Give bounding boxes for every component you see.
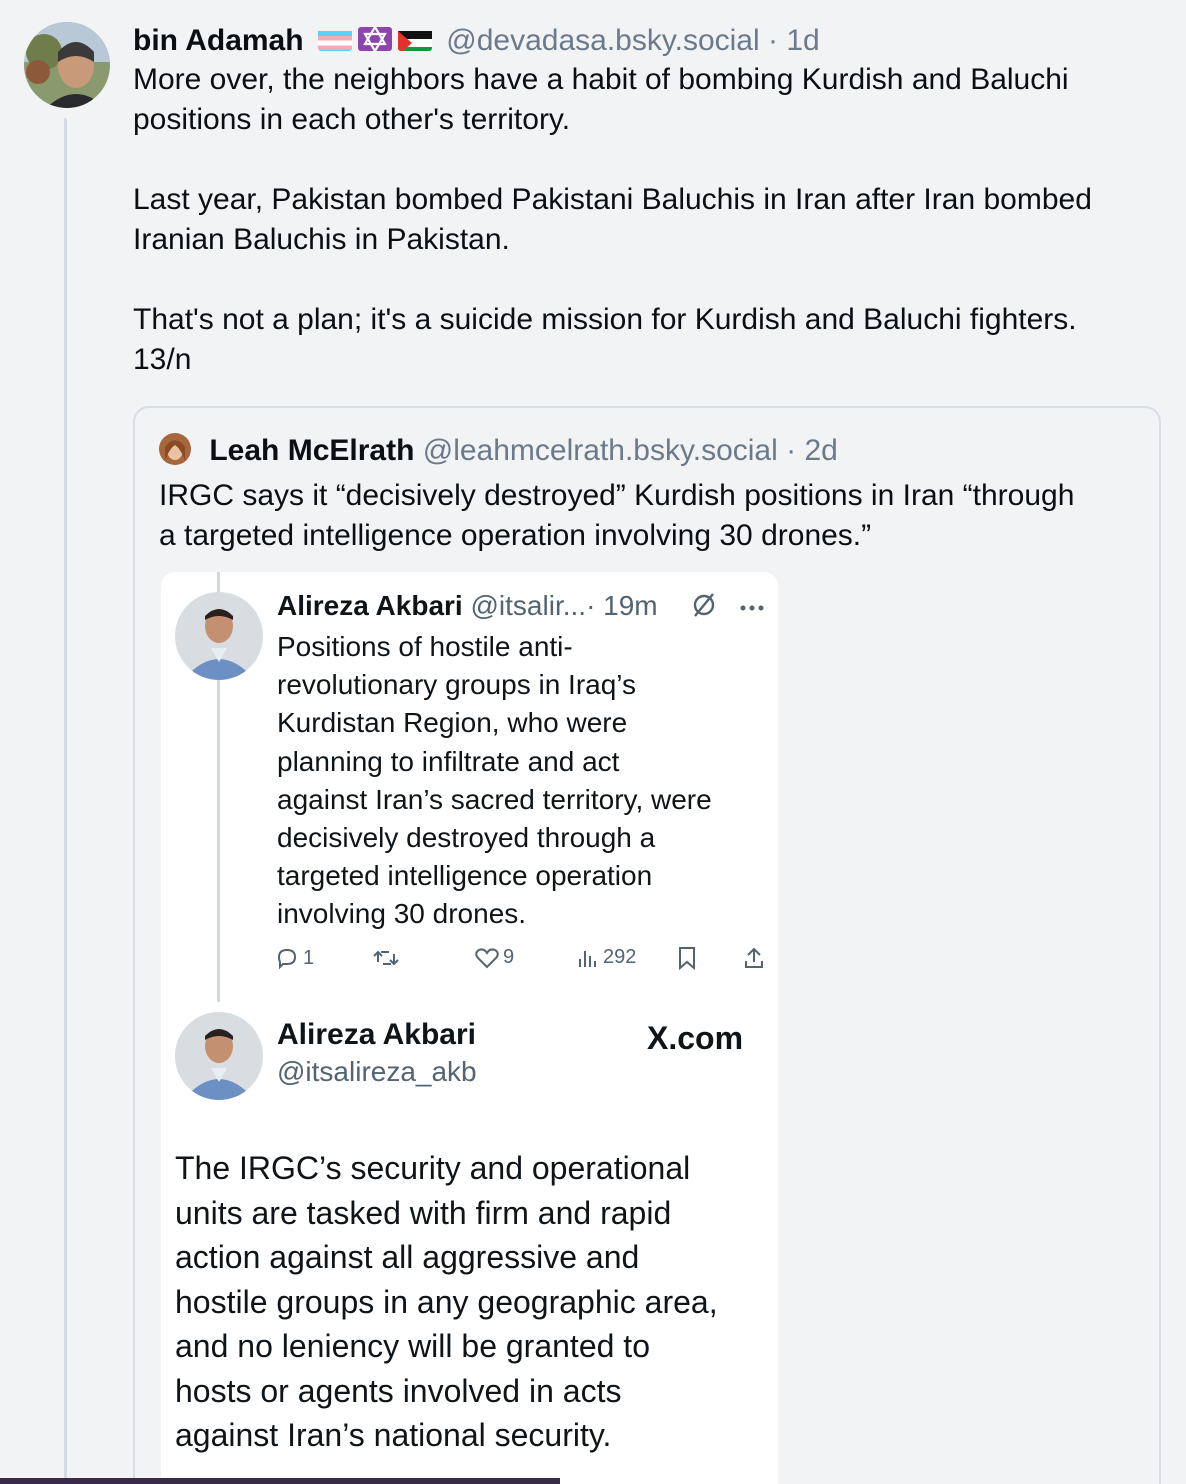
heart-icon xyxy=(475,947,499,968)
author-flags xyxy=(317,27,432,52)
bookmark-icon xyxy=(679,947,695,970)
quote-author-name[interactable]: Leah McElrath xyxy=(209,434,414,467)
post-line: More over, the neighbors have a habit of… xyxy=(133,63,1069,96)
tweet1-line: planning to infiltrate and act xyxy=(277,745,620,777)
views-icon xyxy=(579,950,596,967)
tweet1-line: involving 30 drones. xyxy=(277,898,527,930)
x-logo-text: X.com xyxy=(647,1020,744,1056)
quote-author-avatar[interactable] xyxy=(159,433,191,466)
more-options-icon xyxy=(739,599,765,617)
tweet1-text: Positions of hostile anti- revolutionary… xyxy=(277,628,757,934)
author-name[interactable]: bin Adamah xyxy=(133,24,304,57)
quoted-post-card[interactable]: Leah McElrath @leahmcelrath.bsky.social … xyxy=(133,406,1161,1484)
share-icon xyxy=(745,947,763,968)
post-line: Last year, Pakistan bombed Pakistani Bal… xyxy=(133,183,1092,216)
tweet1-name: Alireza Akbari xyxy=(277,590,463,621)
embedded-screenshot[interactable]: Alireza Akbari @itsalir...· 19m Position… xyxy=(161,572,778,1484)
quote-header: Leah McElrath @leahmcelrath.bsky.social … xyxy=(159,432,838,471)
quote-text: IRGC says it “decisively destroyed” Kurd… xyxy=(159,476,1139,556)
quote-line: IRGC says it “decisively destroyed” Kurd… xyxy=(159,479,1075,512)
grok-icon xyxy=(691,592,717,623)
tweet2-line: The IRGC’s security and operational xyxy=(175,1150,691,1186)
tweet2-line: action against all aggressive and xyxy=(175,1239,640,1275)
transgender-flag-icon xyxy=(317,27,352,52)
thread-line xyxy=(64,118,67,1484)
tweet1-icons xyxy=(691,592,765,623)
views-action: 292 xyxy=(577,946,636,969)
author-handle[interactable]: @devadasa.bsky.social xyxy=(446,24,759,57)
star-of-david-icon xyxy=(357,27,392,52)
tweet1-time: · 19m xyxy=(586,590,658,621)
reply-count: 1 xyxy=(303,946,315,969)
post-line: Iranian Baluchis in Pakistan. xyxy=(133,223,510,256)
main-post: bin Adamah @devadasa.bsky.social · 1d Mo… xyxy=(133,22,1163,380)
like-count: 9 xyxy=(503,946,515,968)
share-action xyxy=(743,946,765,970)
bottom-bar xyxy=(0,1478,560,1484)
post-line: That's not a plan; it's a suicide missio… xyxy=(133,303,1077,336)
x-avatar xyxy=(175,1012,263,1100)
post-header: bin Adamah @devadasa.bsky.social · 1d xyxy=(133,22,1163,60)
repost-action xyxy=(373,946,399,970)
tweet1-line: Kurdistan Region, who were xyxy=(277,707,628,739)
tweet1-actions: 1 9 292 xyxy=(275,946,763,976)
tweet1-header: Alireza Akbari @itsalir...· 19m xyxy=(277,588,658,624)
post-text: More over, the neighbors have a habit of… xyxy=(133,60,1163,380)
repost-icon xyxy=(373,950,399,966)
tweet2-line: against Iran’s national security. xyxy=(175,1417,612,1453)
views-count: 292 xyxy=(603,946,637,968)
tweet1-line: decisively destroyed through a xyxy=(277,822,656,854)
reply-action: 1 xyxy=(275,946,314,970)
tweet2-handle: @itsalireza_akb xyxy=(277,1056,477,1087)
post-line: 13/n xyxy=(133,343,192,376)
tweet2-name: Alireza Akbari xyxy=(277,1018,476,1051)
x-avatar xyxy=(175,592,263,680)
tweet1-line: against Iran’s sacred territory, were xyxy=(277,783,712,815)
tweet2-line: units are tasked with firm and rapid xyxy=(175,1194,672,1231)
quote-author-handle[interactable]: @leahmcelrath.bsky.social xyxy=(423,434,778,467)
quote-time[interactable]: · 2d xyxy=(786,434,838,467)
tweet1-line: Positions of hostile anti- xyxy=(277,631,573,662)
bookmark-action xyxy=(677,946,697,970)
post-time[interactable]: · 1d xyxy=(768,24,820,57)
author-avatar[interactable] xyxy=(24,22,110,108)
quote-line: a targeted intelligence operation involv… xyxy=(159,519,872,552)
reply-icon xyxy=(277,948,297,970)
post-line: positions in each other's territory. xyxy=(133,103,571,136)
tweet2-line: and no leniency will be granted to xyxy=(175,1328,650,1364)
tweet2-line: hostile groups in any geographic area, xyxy=(175,1283,718,1320)
palestine-flag-icon xyxy=(397,27,432,52)
tweet1-handle: @itsalir... xyxy=(470,590,587,621)
tweet1-line: targeted intelligence operation xyxy=(277,860,653,892)
tweet2-text: The IRGC’s security and operational unit… xyxy=(175,1146,765,1458)
tweet1-line: revolutionary groups in Iraq’s xyxy=(277,669,637,701)
tweet2-line: hosts or agents involved in acts xyxy=(175,1372,622,1409)
like-action: 9 xyxy=(475,946,514,969)
